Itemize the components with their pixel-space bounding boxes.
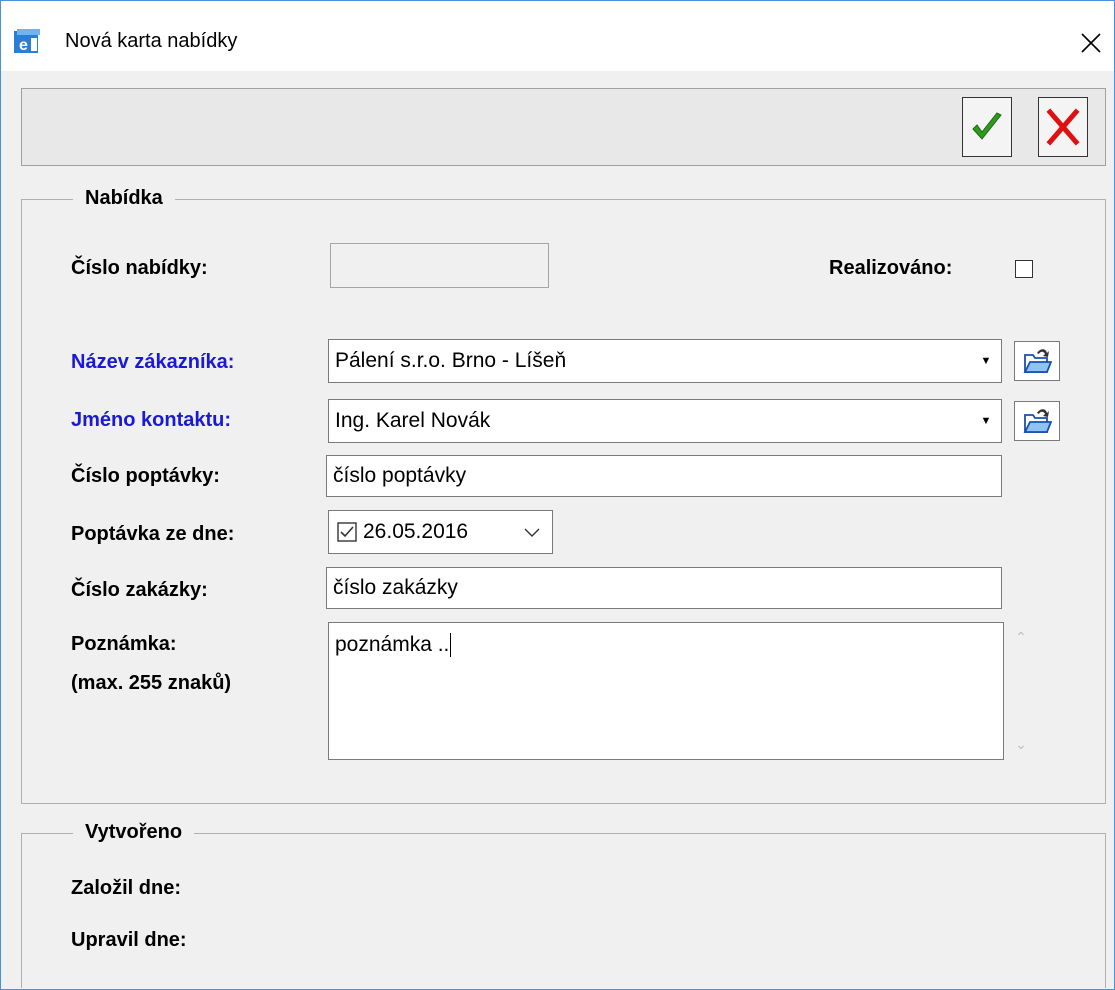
created-on-label: Založil dne: xyxy=(71,877,181,899)
open-folder-icon xyxy=(1023,349,1052,373)
chevron-down-icon[interactable] xyxy=(524,528,540,538)
contact-browse-button[interactable] xyxy=(1014,401,1060,441)
realized-label: Realizováno: xyxy=(829,257,953,279)
created-group xyxy=(21,833,1106,988)
scroll-up-icon[interactable]: ⌃ xyxy=(1011,627,1031,647)
offer-number-label: Číslo nabídky: xyxy=(71,257,208,279)
modified-on-label: Upravil dne: xyxy=(71,929,187,951)
inquiry-date-value: 26.05.2016 xyxy=(363,520,469,543)
customer-name-value: Pálení s.r.o. Brno - Líšeň xyxy=(335,349,567,372)
open-folder-icon xyxy=(1023,409,1052,433)
scroll-down-icon[interactable]: ⌄ xyxy=(1011,734,1031,754)
offer-number-field[interactable] xyxy=(330,243,549,288)
customer-browse-button[interactable] xyxy=(1014,341,1060,381)
toolbar xyxy=(21,88,1106,166)
green-checkmark-icon xyxy=(972,112,1002,140)
chevron-down-icon[interactable]: ▼ xyxy=(971,340,1001,382)
red-x-icon xyxy=(1046,108,1080,146)
note-length-hint: (max. 255 znaků) xyxy=(71,672,232,694)
note-textarea[interactable]: poznámka .. xyxy=(328,622,1004,760)
customer-name-label: Název zákazníka: xyxy=(71,351,235,373)
app-logo-icon: e xyxy=(14,29,40,54)
inquiry-number-label: Číslo poptávky: xyxy=(71,465,220,487)
offer-group-legend: Nabídka xyxy=(73,187,175,210)
contact-name-combobox[interactable]: Ing. Karel Novák ▼ xyxy=(328,399,1002,443)
contact-name-value: Ing. Karel Novák xyxy=(335,409,491,432)
svg-text:e: e xyxy=(19,37,28,54)
close-button[interactable] xyxy=(1073,25,1109,61)
inquiry-number-input[interactable]: číslo poptávky xyxy=(326,455,1002,497)
close-icon xyxy=(1081,33,1101,53)
confirm-button[interactable] xyxy=(962,97,1012,157)
window-title: Nová karta nabídky xyxy=(65,30,238,52)
order-number-label: Číslo zakázky: xyxy=(71,579,208,601)
chevron-down-icon[interactable]: ▼ xyxy=(971,400,1001,442)
cancel-button[interactable] xyxy=(1038,97,1088,157)
dialog-window: e Nová karta nabídky Nabídka Číslo nabíd… xyxy=(0,0,1115,990)
realized-checkbox[interactable] xyxy=(1015,260,1033,278)
contact-name-label: Jméno kontaktu: xyxy=(71,409,232,431)
inquiry-date-picker[interactable]: 26.05.2016 xyxy=(328,510,553,554)
note-value: poznámka .. xyxy=(335,633,450,656)
order-number-input[interactable]: číslo zakázky xyxy=(326,567,1002,609)
date-checkbox-icon[interactable] xyxy=(337,522,357,542)
text-cursor xyxy=(450,633,452,657)
created-group-legend: Vytvořeno xyxy=(73,821,195,844)
customer-name-combobox[interactable]: Pálení s.r.o. Brno - Líšeň ▼ xyxy=(328,339,1002,383)
title-bar: e Nová karta nabídky xyxy=(1,1,1114,71)
note-label: Poznámka: xyxy=(71,633,177,655)
inquiry-date-label: Poptávka ze dne: xyxy=(71,523,235,545)
